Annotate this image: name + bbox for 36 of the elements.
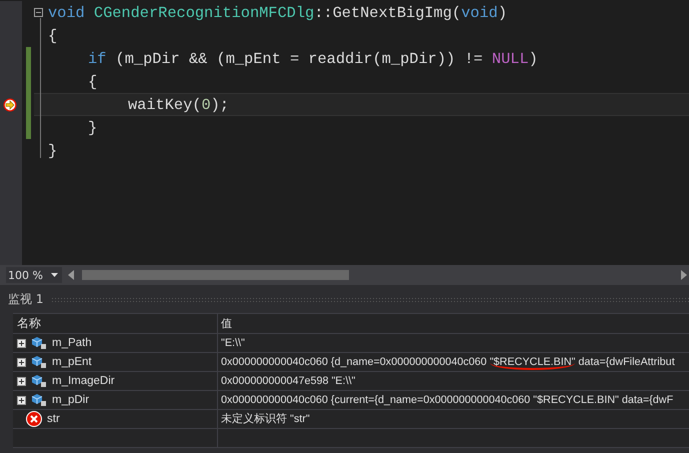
scroll-left-icon[interactable]: [68, 270, 74, 280]
variable-value: 0x000000000040c060 {current={d_name=0x000000000040c060 "$RECYCLE.BIN" data={dwF: [221, 394, 674, 406]
code-line: waitKey(0);: [127, 96, 229, 114]
current-statement-arrow-icon: [3, 98, 17, 112]
column-header[interactable]: 值: [221, 316, 232, 330]
field-icon: [31, 393, 47, 407]
expand-icon[interactable]: [17, 396, 26, 404]
zoom-dropdown[interactable]: 100 %: [6, 267, 62, 283]
variable-name: m_pDir: [52, 394, 90, 406]
expand-icon[interactable]: [17, 358, 26, 366]
field-icon: [31, 374, 47, 388]
code-line: if (m_pDir && (m_pEnt = readdir(m_pDir)) != NULL): [87, 50, 538, 68]
field-icon: [31, 336, 47, 350]
scrollbar-thumb[interactable]: [82, 270, 349, 280]
dropdown-caret-icon: [51, 273, 58, 277]
code-line: }: [87, 118, 98, 136]
expand-icon[interactable]: [17, 338, 26, 348]
code-line: void CGenderRecognitionMFCDlg::GetNextBigImg(void): [47, 4, 507, 22]
variable-value: "E:\\": [221, 337, 245, 349]
variable-value: 0x000000000040c060 {d_name=0x000000000040c060 "$RECYCLE.BIN" data={dwFileAttribut: [221, 356, 675, 368]
scroll-right-icon[interactable]: [681, 270, 687, 280]
code-line: {: [47, 26, 58, 44]
variable-name: m_pEnt: [52, 356, 92, 368]
code-line: }: [47, 142, 58, 160]
column-header[interactable]: 名称: [17, 315, 41, 332]
variable-value: 未定义标识符 "str": [221, 412, 310, 426]
variable-name: str: [47, 413, 60, 425]
code-line: {: [87, 72, 98, 90]
variable-value: 0x000000000047e598 "E:\\": [221, 375, 356, 387]
error-icon: [26, 411, 42, 427]
collapse-icon[interactable]: [34, 8, 43, 17]
variable-name: m_ImageDir: [52, 375, 115, 387]
field-icon: [31, 355, 47, 369]
variable-name: m_Path: [52, 337, 92, 349]
panel-title: 监视 1: [8, 290, 44, 308]
expand-icon[interactable]: [17, 376, 26, 386]
